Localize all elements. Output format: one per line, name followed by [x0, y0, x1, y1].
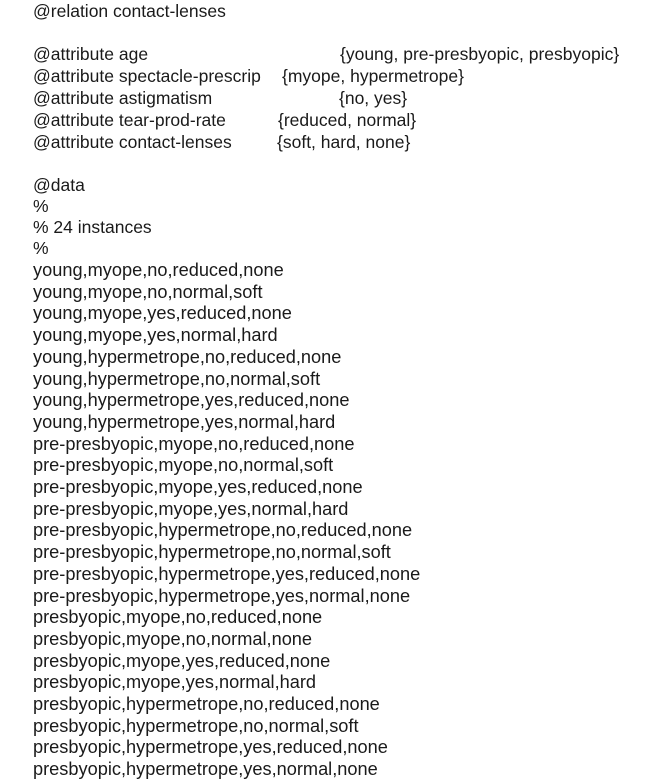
comment-line: %	[33, 196, 49, 216]
data-row: pre-presbyopic,myope,yes,normal,hard	[33, 498, 349, 519]
attribute-values: {myope, hypermetrope}	[282, 66, 464, 86]
data-header: @data	[33, 175, 85, 195]
data-row: pre-presbyopic,myope,no,normal,soft	[33, 455, 334, 476]
data-row: young,myope,yes,normal,hard	[33, 325, 278, 346]
attribute-values: {reduced, normal}	[278, 110, 417, 130]
data-row: young,hypermetrope,yes,reduced,none	[33, 390, 350, 411]
data-row: pre-presbyopic,myope,no,reduced,none	[33, 433, 355, 454]
data-row: young,myope,yes,reduced,none	[33, 303, 292, 324]
attribute-name: @attribute age	[33, 44, 149, 64]
data-row: young,myope,no,normal,soft	[33, 281, 263, 302]
attribute-name: @attribute contact-lenses	[33, 132, 232, 152]
data-row: pre-presbyopic,hypermetrope,yes,normal,n…	[33, 585, 411, 606]
attribute-name: @attribute astigmatism	[33, 88, 213, 108]
data-row: presbyopic,myope,no,normal,none	[33, 628, 313, 649]
data-row: presbyopic,hypermetrope,yes,normal,none	[33, 759, 378, 780]
data-row: young,hypermetrope,no,normal,soft	[33, 368, 321, 389]
data-row: pre-presbyopic,hypermetrope,no,normal,so…	[33, 542, 391, 563]
data-row: pre-presbyopic,myope,yes,reduced,none	[33, 477, 363, 497]
attribute-name: @attribute tear-prod-rate	[33, 110, 226, 130]
attribute-values: {soft, hard, none}	[277, 132, 411, 152]
data-row: pre-presbyopic,hypermetrope,no,reduced,n…	[33, 520, 413, 541]
data-row: young,hypermetrope,yes,normal,hard	[33, 411, 336, 432]
attribute-values: {no, yes}	[339, 88, 408, 108]
attribute-name: @attribute spectacle-prescrip	[33, 66, 261, 86]
arff-document: @relation contact-lenses @attribute age …	[0, 0, 667, 783]
data-row: pre-presbyopic,hypermetrope,yes,reduced,…	[33, 563, 421, 584]
data-row: presbyopic,hypermetrope,yes,reduced,none	[33, 737, 388, 758]
comment-line: % 24 instances	[33, 217, 152, 237]
comment-line: %	[33, 238, 49, 258]
data-row: presbyopic,myope,yes,normal,hard	[33, 672, 317, 693]
data-row: young,myope,no,reduced,none	[33, 260, 284, 280]
data-row: young,hypermetrope,no,reduced,none	[33, 346, 342, 367]
data-row: presbyopic,myope,no,reduced,none	[33, 607, 323, 628]
attribute-values: {young, pre-presbyopic, presbyopic}	[340, 44, 620, 64]
data-row: presbyopic,myope,yes,reduced,none	[33, 650, 331, 671]
data-row: presbyopic,hypermetrope,no,normal,soft	[33, 715, 359, 736]
relation-line: @relation contact-lenses	[33, 1, 226, 21]
data-row: presbyopic,hypermetrope,no,reduced,none	[33, 694, 380, 714]
